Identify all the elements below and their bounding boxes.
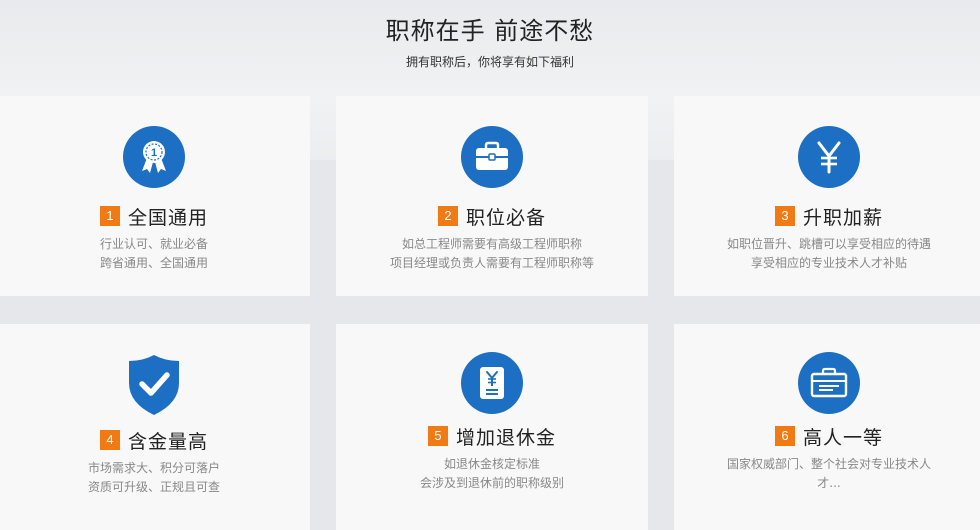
card-description: 如总工程师需要有高级工程师职称 项目经理或负责人需要有工程师职称等: [336, 235, 648, 273]
number-badge: 3: [774, 206, 795, 226]
yen-document-icon: [461, 352, 523, 414]
certificate-case-icon: [798, 352, 860, 414]
number-badge: 1: [99, 206, 120, 226]
description-line: 才...: [817, 476, 841, 490]
card-title: 升职加薪: [802, 206, 883, 229]
card-title-row: 6 高人一等: [674, 424, 980, 449]
card-title-row: 4 含金量高: [0, 428, 310, 453]
benefit-card-2: 2 职位必备 如总工程师需要有高级工程师职称 项目经理或负责人需要有工程师职称等: [336, 96, 648, 296]
description-line: 跨省通用、全国通用: [99, 256, 208, 270]
description-line: 如退休金核定标准: [443, 457, 540, 471]
description-line: 行业认可、就业必备: [99, 237, 208, 251]
svg-text:1: 1: [151, 147, 157, 159]
card-description: 如职位晋升、跳槽可以享受相应的待遇 享受相应的专业技术人才补贴: [674, 235, 980, 273]
briefcase-icon: [461, 126, 523, 188]
card-title-row: 5 增加退休金: [336, 424, 648, 449]
card-title-row: 2 职位必备: [336, 204, 648, 229]
number-badge: 2: [437, 206, 458, 226]
yen-icon: [798, 126, 860, 188]
description-line: 资质可升级、正规且可查: [87, 480, 220, 494]
page-subtitle: 拥有职称后，你将享有如下福利: [405, 55, 574, 69]
card-title: 增加退休金: [455, 426, 556, 449]
description-line: 项目经理或负责人需要有工程师职称等: [389, 256, 594, 270]
description-line: 国家权威部门、整个社会对专业技术人: [726, 457, 931, 471]
number-badge: 6: [774, 426, 795, 446]
description-line: 会涉及到退休前的职称级别: [419, 476, 564, 490]
card-title: 高人一等: [802, 426, 883, 449]
description-line: 如职位晋升、跳槽可以享受相应的待遇: [726, 237, 931, 251]
benefit-card-3: 3 升职加薪 如职位晋升、跳槽可以享受相应的待遇 享受相应的专业技术人才补贴: [674, 96, 980, 296]
description-line: 享受相应的专业技术人才补贴: [750, 256, 907, 270]
card-title: 职位必备: [465, 206, 546, 229]
card-description: 市场需求大、积分可落户 资质可升级、正规且可查: [0, 459, 310, 497]
card-description: 行业认可、就业必备 跨省通用、全国通用: [0, 235, 310, 273]
benefit-card-4: 4 含金量高 市场需求大、积分可落户 资质可升级、正规且可查: [0, 324, 310, 530]
page-title: 职称在手 前途不愁: [385, 17, 595, 45]
card-description: 如退休金核定标准 会涉及到退休前的职称级别: [336, 455, 648, 493]
award-medal-icon: 1: [123, 126, 185, 188]
card-title: 含金量高: [127, 430, 208, 453]
card-title: 全国通用: [127, 206, 208, 229]
number-badge: 4: [99, 430, 120, 450]
shield-check-icon: [123, 352, 185, 418]
benefit-card-5: 5 增加退休金 如退休金核定标准 会涉及到退休前的职称级别: [336, 324, 648, 530]
benefit-card-1: 1 1 全国通用 行业认可、就业必备 跨省通用、全国通用: [0, 96, 310, 296]
description-line: 如总工程师需要有高级工程师职称: [401, 237, 582, 251]
page-header: 职称在手 前途不愁 拥有职称后，你将享有如下福利: [0, 14, 980, 70]
card-title-row: 3 升职加薪: [674, 204, 980, 229]
number-badge: 5: [427, 426, 448, 446]
card-description: 国家权威部门、整个社会对专业技术人 才...: [674, 455, 980, 493]
card-title-row: 1 全国通用: [0, 204, 310, 229]
description-line: 市场需求大、积分可落户: [87, 461, 220, 475]
benefit-card-6: 6 高人一等 国家权威部门、整个社会对专业技术人 才...: [674, 324, 980, 530]
